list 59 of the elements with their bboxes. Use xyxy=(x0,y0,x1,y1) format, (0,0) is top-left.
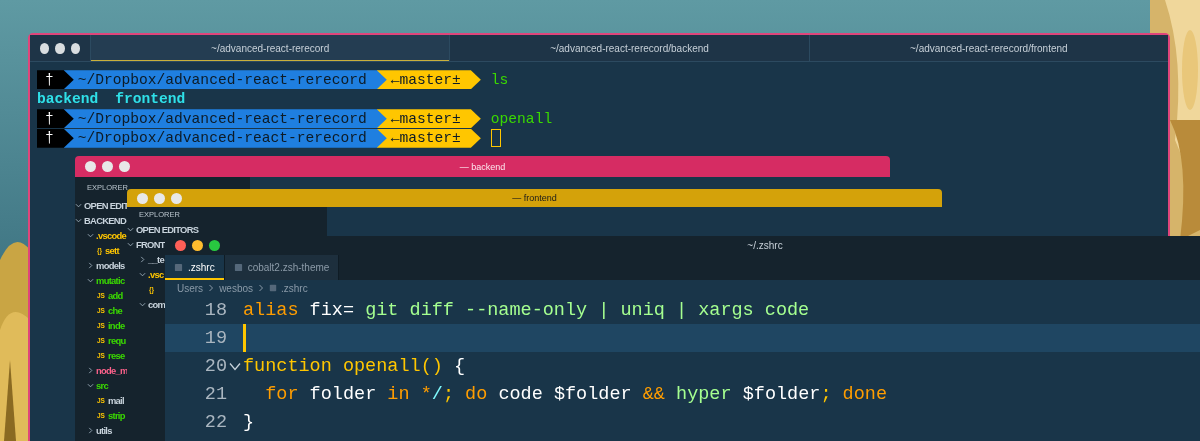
tree-item[interactable]: utils xyxy=(87,423,112,438)
terminal-output: frontend xyxy=(115,91,186,108)
editor-tab[interactable]: .zshrc xyxy=(165,255,225,280)
chevron-icon xyxy=(257,284,266,292)
breadcrumb-item[interactable]: Users xyxy=(177,282,204,294)
prompt-branch: ←master± xyxy=(376,70,481,90)
tree-item[interactable]: com xyxy=(139,297,166,312)
terminal-command: ls xyxy=(490,71,509,88)
window-title: — backend xyxy=(459,161,506,172)
window-button[interactable] xyxy=(55,42,65,54)
file-icon xyxy=(174,263,183,272)
prompt-branch: ←master± xyxy=(376,109,481,129)
code-line: function openall() { xyxy=(243,355,466,377)
minimize-button[interactable] xyxy=(192,240,203,251)
terminal-output: backend xyxy=(37,91,99,108)
breadcrumb-item[interactable]: wesbos xyxy=(219,282,254,294)
prompt-path: ~/Dropbox/advanced-react-rerecord xyxy=(63,128,387,148)
terminal-tab[interactable]: ~/advanced-react-rerecord/frontend xyxy=(808,35,1168,61)
text-cursor xyxy=(243,324,246,352)
tree-item[interactable]: OPEN EDIT xyxy=(75,198,129,213)
prompt-symbol: † xyxy=(37,109,74,129)
prompt-path: ~/Dropbox/advanced-react-rerecord xyxy=(63,70,387,90)
line-number: 21 xyxy=(203,383,227,405)
close-button[interactable] xyxy=(175,240,186,251)
window-button[interactable] xyxy=(40,42,50,54)
code-line: for folder in */; do code $folder && hyper $folder; done xyxy=(264,383,888,405)
window-title: — frontend xyxy=(512,193,557,203)
line-number: 20 xyxy=(203,355,227,377)
prompt-symbol: † xyxy=(37,128,74,148)
tree-item[interactable]: FRONT xyxy=(127,237,165,252)
window-title: ~/.zshrc xyxy=(747,240,783,251)
tree-item[interactable]: node_m xyxy=(87,363,128,378)
prompt-path: ~/Dropbox/advanced-react-rerecord xyxy=(63,109,387,129)
line-number: 19 xyxy=(203,327,227,349)
file-icon xyxy=(269,284,278,292)
prompt-branch: ←master± xyxy=(376,128,481,148)
code-line: } xyxy=(243,411,255,433)
terminal-tab[interactable]: ~/advanced-react-rerecord xyxy=(90,35,450,61)
tree-item[interactable]: src xyxy=(87,378,108,393)
breadcrumb-item[interactable]: .zshrc xyxy=(281,282,308,294)
tree-item[interactable]: .vsc xyxy=(139,267,164,282)
file-icon xyxy=(233,263,243,272)
editor-tab[interactable]: cobalt2.zsh-theme xyxy=(224,255,340,280)
window-button[interactable] xyxy=(70,42,80,54)
terminal-tab[interactable]: ~/advanced-react-rerecord/backend xyxy=(449,35,809,61)
tree-item[interactable]: .vscode xyxy=(87,228,126,243)
chevron-icon xyxy=(207,284,216,292)
terminal-command: openall xyxy=(490,110,553,127)
tree-item[interactable]: OPEN EDITORS xyxy=(127,222,199,237)
prompt-symbol: † xyxy=(37,70,74,90)
line-number: 22 xyxy=(203,411,227,433)
code-line: alias fix= git diff --name-only | uniq | xargs code xyxy=(243,299,810,321)
tree-item[interactable]: __te xyxy=(139,252,164,267)
tree-item[interactable]: models xyxy=(87,258,125,273)
line-number: 18 xyxy=(203,299,227,321)
maximize-button[interactable] xyxy=(209,240,220,251)
fold-chevron-icon[interactable] xyxy=(229,361,241,371)
tree-item[interactable]: BACKEND xyxy=(75,213,126,228)
tree-item[interactable]: mutatic xyxy=(87,273,125,288)
